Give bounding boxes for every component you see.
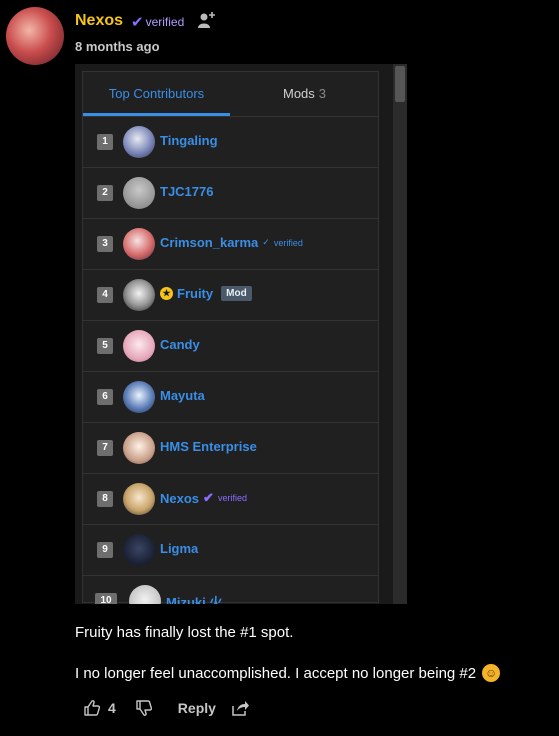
contributor-row[interactable]: 4 ★ Fruity Mod [83, 270, 378, 321]
rank-badge: 4 [97, 287, 113, 303]
rank-badge: 2 [97, 185, 113, 201]
contributor-name[interactable]: Mayuta [160, 388, 205, 403]
check-icon: ✔ [203, 490, 214, 505]
avatar [129, 585, 161, 604]
rank-badge: 5 [97, 338, 113, 354]
check-icon: ✔ [131, 14, 144, 31]
contributor-row[interactable]: 6 Mayuta [83, 372, 378, 423]
comment-actions: 4 Reply [82, 697, 250, 719]
avatar [123, 330, 155, 362]
dislike-action[interactable] [134, 698, 154, 718]
tab-bar: Top Contributors Mods 3 [83, 72, 378, 117]
contributors-panel: Top Contributors Mods 3 1 Tingaling 2 TJC… [82, 71, 379, 604]
like-action[interactable]: 4 [82, 698, 116, 718]
user-avatar[interactable] [6, 7, 64, 65]
avatar [123, 177, 155, 209]
contributors-embed: Top Contributors Mods 3 1 Tingaling 2 TJC… [75, 64, 407, 604]
rank-badge: 6 [97, 389, 113, 405]
smile-emoji-icon: ☺ [482, 664, 501, 682]
comment-line-2: I no longer feel unaccomplished. I accep… [75, 664, 501, 682]
contributor-row[interactable]: 8 Nexos ✔ verified [83, 474, 378, 525]
comment-text: I no longer feel unaccomplished. I accep… [75, 664, 477, 682]
check-icon: ✓ [262, 237, 270, 247]
contributor-list: 1 Tingaling 2 TJC1776 3 Crimson_karma ✓ … [83, 117, 378, 604]
contributor-row[interactable]: 10 Mizuki 火 [83, 576, 378, 604]
contributor-row[interactable]: 3 Crimson_karma ✓ verified [83, 219, 378, 270]
contributor-name[interactable]: Fruity [177, 286, 213, 301]
tab-label: Mods [282, 86, 315, 101]
like-count: 4 [108, 700, 116, 716]
contributor-name[interactable]: Candy [160, 337, 200, 352]
avatar [123, 126, 155, 158]
thumbs-up-icon[interactable] [82, 698, 102, 718]
contributor-name[interactable]: TJC1776 [160, 184, 213, 199]
reply-button[interactable]: Reply [178, 700, 216, 716]
rank-badge: 9 [97, 542, 113, 558]
contributor-name[interactable]: Nexos [160, 491, 199, 506]
rank-badge: 3 [97, 236, 113, 252]
star-icon: ★ [160, 287, 173, 300]
avatar [123, 228, 155, 260]
post-time: 8 months ago [75, 39, 160, 54]
contributor-name[interactable]: HMS Enterprise [160, 439, 257, 454]
contributor-name[interactable]: Tingaling [160, 133, 218, 148]
share-icon[interactable] [230, 698, 250, 718]
scrollbar[interactable] [393, 64, 407, 604]
verified-label: verified [145, 15, 185, 29]
tab-count: 3 [318, 86, 327, 101]
thumbs-down-icon[interactable] [134, 698, 154, 718]
comment-line-1: Fruity has finally lost the #1 spot. [75, 624, 294, 641]
contributor-name[interactable]: Ligma [160, 541, 198, 556]
contributor-row[interactable]: 5 Candy [83, 321, 378, 372]
contributor-name[interactable]: Mizuki 火 [166, 592, 222, 604]
tab-mods[interactable]: Mods 3 [231, 72, 378, 116]
contributor-row[interactable]: 1 Tingaling [83, 117, 378, 168]
add-friend-icon[interactable] [196, 10, 216, 30]
avatar [123, 483, 155, 515]
tab-top-contributors[interactable]: Top Contributors [83, 72, 230, 116]
avatar [123, 432, 155, 464]
mod-badge: Mod [221, 286, 252, 301]
reply-label[interactable]: Reply [178, 700, 216, 716]
verified-badge: ✔ verified [131, 13, 184, 31]
scrollbar-thumb[interactable] [395, 66, 405, 102]
contributor-row[interactable]: 9 Ligma [83, 525, 378, 576]
avatar [123, 381, 155, 413]
username[interactable]: Nexos [75, 12, 123, 30]
contributor-name[interactable]: Crimson_karma [160, 235, 258, 250]
contributor-row[interactable]: 7 HMS Enterprise [83, 423, 378, 474]
rank-badge: 10 [95, 593, 117, 604]
rank-badge: 1 [97, 134, 113, 150]
rank-badge: 8 [97, 491, 113, 507]
tab-label: Top Contributors [108, 86, 205, 101]
contributor-row[interactable]: 2 TJC1776 [83, 168, 378, 219]
verified-label: verified [273, 237, 303, 248]
share-button[interactable] [230, 698, 250, 718]
verified-label: verified [217, 493, 247, 503]
avatar [123, 534, 155, 566]
avatar [123, 279, 155, 311]
rank-badge: 7 [97, 440, 113, 456]
